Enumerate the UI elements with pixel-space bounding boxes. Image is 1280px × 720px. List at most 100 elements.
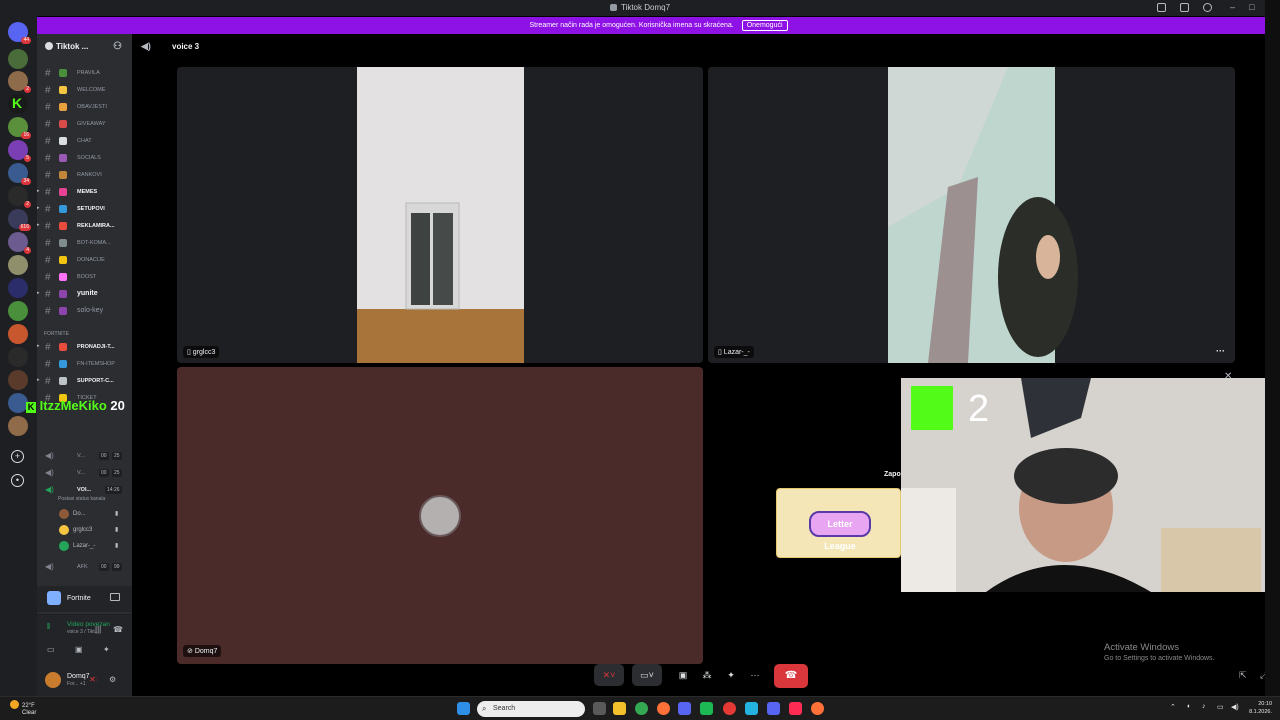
disable-streamer-button[interactable]: Onemogući: [741, 20, 788, 31]
channel-item[interactable]: # SOCIALS: [37, 151, 132, 165]
server-icon[interactable]: [8, 301, 28, 321]
app-icon[interactable]: [811, 702, 824, 715]
channel-item[interactable]: # WELCOME: [37, 83, 132, 97]
channel-emoji-icon: [59, 360, 67, 368]
voice-channel-item[interactable]: ◀) AFK 00 99: [37, 560, 132, 574]
add-server-icon[interactable]: +: [11, 450, 24, 463]
speaker-icon[interactable]: ◀): [1231, 703, 1239, 711]
voice-channel-item[interactable]: ◀) V... 00 25: [37, 449, 132, 463]
weather-widget[interactable]: 22°F Clear: [10, 700, 36, 717]
server-icon[interactable]: 5: [8, 140, 31, 162]
start-icon[interactable]: [457, 702, 470, 715]
server-icon[interactable]: [8, 255, 28, 275]
clock[interactable]: 20:10 8.1.2026.: [1244, 700, 1272, 716]
network-icon[interactable]: ◐: [1187, 703, 1191, 710]
inbox-icon[interactable]: [1157, 3, 1166, 12]
server-icon[interactable]: [8, 370, 28, 390]
voice-channel-item[interactable]: ◀) V... 00 25: [37, 466, 132, 480]
screen-share-icon[interactable]: ▣: [672, 664, 694, 686]
channel-item[interactable]: # GIVEAWAY: [37, 117, 132, 131]
noise-suppression-icon[interactable]: |||: [95, 625, 101, 634]
app-icon[interactable]: [767, 702, 780, 715]
channel-item[interactable]: # BOOST: [37, 270, 132, 284]
video-tile[interactable]: ▯ grglcc3: [177, 67, 703, 363]
activity-panel[interactable]: Fortnite: [37, 586, 132, 612]
camera-icon[interactable]: ▭: [47, 645, 57, 654]
channel-item[interactable]: # solo-key: [37, 304, 132, 318]
server-header[interactable]: Tiktok ... ⚇: [37, 34, 132, 58]
screen-share-icon[interactable]: ▣: [75, 645, 85, 654]
mic-muted-icon[interactable]: ✕˅: [594, 664, 624, 686]
chevron-up-icon[interactable]: ⌃: [1170, 703, 1176, 711]
tiktok-icon[interactable]: [789, 702, 802, 715]
connection-status[interactable]: Video povezan: [67, 621, 110, 628]
app-icon[interactable]: [700, 702, 713, 715]
server-icon[interactable]: [8, 49, 28, 69]
chevron-right-icon: ▸: [37, 343, 40, 349]
firefox-icon[interactable]: [657, 702, 670, 715]
screen-icon[interactable]: [1180, 3, 1189, 12]
channel-item[interactable]: ▸ # REKLAMIRA...: [37, 219, 132, 233]
channel-item[interactable]: ▸ # yunite: [37, 287, 132, 301]
channel-status-hint[interactable]: Postavi status kanala: [58, 496, 105, 502]
help-icon[interactable]: [1203, 3, 1212, 12]
task-view-icon[interactable]: [593, 702, 606, 715]
display-icon[interactable]: ▭: [1217, 703, 1224, 711]
server-icon[interactable]: [8, 393, 28, 413]
disconnect-icon[interactable]: ☎: [113, 625, 123, 634]
channel-item[interactable]: ▸ # SUPPORT-C...: [37, 374, 132, 388]
channel-item[interactable]: # FN-ITEMSHOP: [37, 357, 132, 371]
channel-item[interactable]: # OBAVJESTI: [37, 100, 132, 114]
discover-icon[interactable]: •: [11, 474, 24, 487]
server-icon[interactable]: 16: [8, 117, 31, 139]
server-icon[interactable]: 4: [8, 232, 31, 254]
server-icon[interactable]: [8, 324, 28, 344]
discord-icon[interactable]: [678, 702, 691, 715]
channel-item[interactable]: # DONACIJE: [37, 253, 132, 267]
deafen-icon[interactable]: ◌: [93, 675, 98, 684]
letter-league-card[interactable]: Letter League: [776, 488, 901, 558]
add-member-icon[interactable]: ⚇: [113, 41, 122, 52]
channel-item[interactable]: ▸ # MEMES: [37, 185, 132, 199]
channel-item[interactable]: ▸ # PRONADJI-T...: [37, 340, 132, 354]
channel-item[interactable]: # PRAVILA: [37, 66, 132, 80]
video-tile[interactable]: ▯ Lazar-_- ···: [708, 67, 1235, 363]
activities-icon[interactable]: ⁂: [696, 664, 718, 686]
activity-icon[interactable]: ✦: [103, 645, 113, 654]
avatar[interactable]: [45, 672, 61, 688]
server-icon[interactable]: 2: [8, 186, 31, 208]
chrome-icon[interactable]: [635, 702, 648, 715]
username[interactable]: Domq7: [67, 673, 90, 680]
screen-share-icon[interactable]: [110, 593, 120, 601]
more-icon[interactable]: ···: [744, 664, 766, 686]
mic-icon[interactable]: ♪: [1202, 703, 1206, 710]
camera-icon[interactable]: ▭˅: [632, 664, 662, 686]
opera-icon[interactable]: [723, 702, 736, 715]
home-icon[interactable]: 44: [8, 22, 31, 44]
channel-item[interactable]: # RANKOVI: [37, 168, 132, 182]
channel-item[interactable]: # BOT-KOMA...: [37, 236, 132, 250]
video-tile[interactable]: ⊘ Domq7: [177, 367, 703, 664]
file-explorer-icon[interactable]: [613, 702, 626, 715]
search-input[interactable]: ⌕ Search: [477, 701, 585, 717]
server-icon[interactable]: [8, 416, 28, 436]
maximize-icon[interactable]: □: [1249, 2, 1254, 12]
channel-item[interactable]: # CHAT: [37, 134, 132, 148]
server-icon[interactable]: 616: [8, 209, 31, 231]
server-icon[interactable]: [8, 278, 28, 298]
channel-item[interactable]: ▸ # SETUPOVI: [37, 202, 132, 216]
soundboard-icon[interactable]: ✦: [720, 664, 742, 686]
more-options-icon[interactable]: ···: [1216, 346, 1225, 356]
popout-icon[interactable]: ⇱: [1239, 670, 1247, 681]
game-name: Fortnite: [67, 595, 91, 602]
server-icon[interactable]: 2: [8, 71, 31, 93]
voice-channel-item[interactable]: ◀) VOI... 14:26: [37, 483, 132, 497]
server-icon[interactable]: [8, 347, 28, 367]
category-label[interactable]: FORTNITE: [44, 331, 69, 337]
minimize-icon[interactable]: –: [1230, 2, 1235, 12]
app-icon[interactable]: [745, 702, 758, 715]
hang-up-button[interactable]: ☎: [774, 664, 808, 688]
server-icon[interactable]: 34: [8, 163, 31, 185]
settings-icon[interactable]: ⚙: [109, 675, 116, 684]
server-icon[interactable]: K: [8, 94, 28, 114]
